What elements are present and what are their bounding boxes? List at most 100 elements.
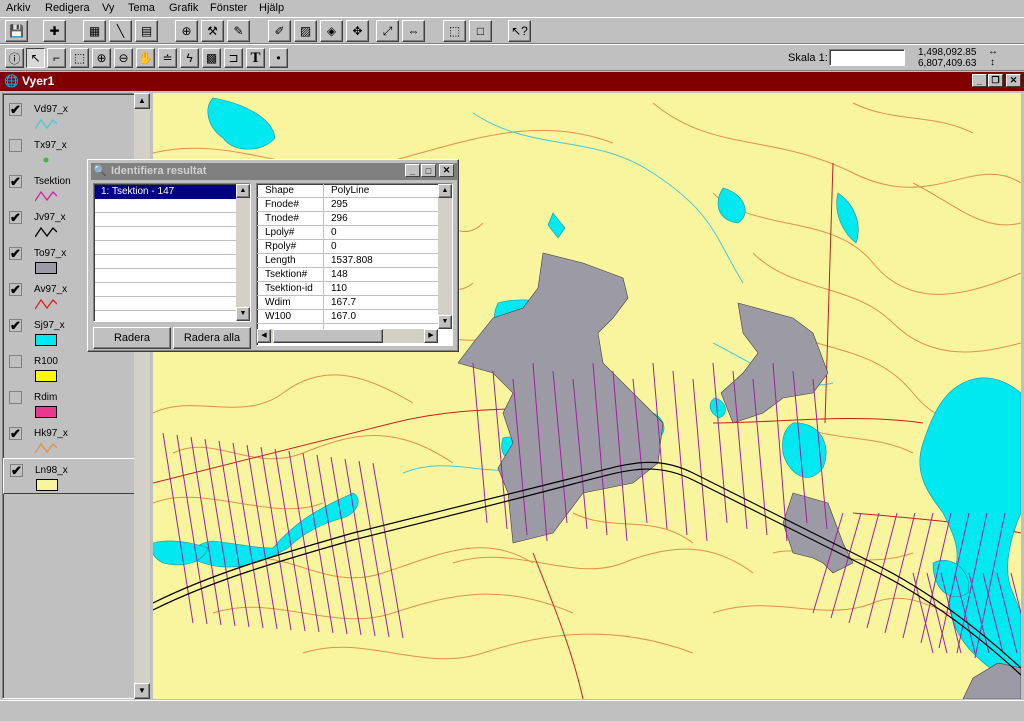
- zoom-full-icon[interactable]: ⤢: [376, 20, 399, 42]
- tsektion-line[interactable]: [672, 370, 688, 536]
- menu-fonster[interactable]: Fönster: [210, 2, 247, 14]
- clear-select-icon[interactable]: □: [469, 20, 492, 42]
- edit-icon[interactable]: ✐: [268, 20, 291, 42]
- draw-point-icon[interactable]: •: [269, 48, 288, 68]
- layer-checkbox[interactable]: ✔: [9, 175, 22, 188]
- attr-scroll-left-icon[interactable]: ◀: [257, 329, 271, 343]
- select-box-icon[interactable]: ⬚: [70, 48, 89, 68]
- layer-checkbox[interactable]: [9, 391, 22, 404]
- attr-vscrollbar[interactable]: ▲ ▼: [438, 184, 452, 329]
- text-icon[interactable]: T: [246, 48, 265, 68]
- tsektion-line[interactable]: [902, 512, 934, 639]
- attr-scroll-right-icon[interactable]: ▶: [424, 329, 438, 343]
- pan-icon[interactable]: ✋: [136, 48, 155, 68]
- toc-layer[interactable]: ✔ Ln98_x: [3, 458, 137, 494]
- layer-checkbox[interactable]: ✔: [9, 427, 22, 440]
- layout-icon[interactable]: ▨: [294, 20, 317, 42]
- toc-layer[interactable]: ✔ Hk97_x: [3, 422, 137, 458]
- results-list[interactable]: 1: Tsektion - 147 ▲ ▼: [93, 183, 251, 325]
- scale-input[interactable]: [829, 49, 905, 66]
- attr-scroll-down-icon[interactable]: ▼: [438, 315, 452, 329]
- menu-grafik[interactable]: Grafik: [169, 2, 198, 14]
- tsektion-line[interactable]: [884, 512, 916, 634]
- info-icon[interactable]: ⓘ: [5, 48, 24, 68]
- area-icon[interactable]: ▩: [202, 48, 221, 68]
- layer-name: R100: [34, 356, 58, 367]
- tsektion-line[interactable]: [204, 438, 236, 627]
- tsektion-line[interactable]: [692, 378, 708, 542]
- attr-scroll-thumb[interactable]: [273, 329, 383, 343]
- dialog-titlebar[interactable]: 🔍 Identifiera resultat _ □ ✕: [91, 163, 457, 180]
- vertex-icon[interactable]: ⌐: [47, 48, 66, 68]
- tsektion-line[interactable]: [274, 448, 306, 632]
- minimize-icon[interactable]: _: [972, 74, 987, 87]
- tsektion-line[interactable]: [232, 442, 264, 629]
- menu-hjalp[interactable]: Hjälp: [259, 2, 284, 14]
- restore-icon[interactable]: ❐: [988, 74, 1003, 87]
- tsektion-line[interactable]: [344, 458, 376, 637]
- tsektion-line[interactable]: [330, 456, 362, 636]
- tsektion-line[interactable]: [372, 462, 404, 639]
- select-all-icon[interactable]: ⬚: [443, 20, 466, 42]
- menu-arkiv[interactable]: Arkiv: [6, 2, 30, 14]
- results-scroll-up-icon[interactable]: ▲: [236, 184, 250, 198]
- tsektion-line[interactable]: [190, 436, 222, 626]
- zoom-out-icon[interactable]: ⊖: [114, 48, 133, 68]
- result-item[interactable]: 1: Tsektion - 147: [95, 185, 236, 199]
- help-icon[interactable]: ↖?: [508, 20, 531, 42]
- layer-checkbox[interactable]: ✔: [9, 319, 22, 332]
- chart-icon[interactable]: ▤: [135, 20, 158, 42]
- table-icon[interactable]: ▦: [83, 20, 106, 42]
- hammer-icon[interactable]: ⚒: [201, 20, 224, 42]
- attr-hscrollbar[interactable]: ◀ ▶: [257, 329, 438, 343]
- layer-checkbox[interactable]: ✔: [9, 283, 22, 296]
- results-scroll-down-icon[interactable]: ▼: [236, 307, 250, 321]
- tsektion-line[interactable]: [358, 460, 390, 638]
- delete-all-button[interactable]: Radera alla: [173, 327, 251, 349]
- toc-layer[interactable]: R100: [3, 350, 137, 386]
- label-icon[interactable]: ⊐: [224, 48, 243, 68]
- layer-checkbox[interactable]: ✔: [10, 464, 23, 477]
- dialog-close-icon[interactable]: ✕: [439, 164, 454, 177]
- layer-checkbox[interactable]: ✔: [9, 211, 22, 224]
- delete-button[interactable]: Radera: [93, 327, 171, 349]
- menu-redigera[interactable]: Redigera: [45, 2, 90, 14]
- tsektion-line[interactable]: [712, 362, 728, 524]
- zoom-in-icon[interactable]: ⊕: [92, 48, 111, 68]
- layer-checkbox[interactable]: ✔: [9, 103, 22, 116]
- attribute-table[interactable]: Shape PolyLine Fnode# 295 Tnode# 296 Lpoly# 0 Rp…: [256, 183, 453, 346]
- add-theme-icon[interactable]: ✚: [43, 20, 66, 42]
- menu-tema[interactable]: Tema: [128, 2, 155, 14]
- tsektion-line[interactable]: [162, 432, 194, 624]
- toc-layer[interactable]: ✔ Vd97_x: [3, 98, 137, 134]
- menu-vy[interactable]: Vy: [102, 2, 114, 14]
- measure-icon[interactable]: ≐: [158, 48, 177, 68]
- tsektion-line[interactable]: [316, 454, 348, 635]
- save-icon[interactable]: 💾: [5, 20, 28, 42]
- tsektion-line[interactable]: [176, 434, 208, 625]
- layer-checkbox[interactable]: [9, 139, 22, 152]
- binoculars-icon[interactable]: ⊕: [175, 20, 198, 42]
- tsektion-line[interactable]: [866, 512, 898, 629]
- tsektion-line[interactable]: [472, 362, 488, 524]
- link-icon[interactable]: ╲: [109, 20, 132, 42]
- theme-props-icon[interactable]: ◈: [320, 20, 343, 42]
- tsektion-line[interactable]: [246, 444, 278, 630]
- view-titlebar[interactable]: 🌐 Vyer1 _ ❐ ✕: [0, 72, 1024, 91]
- close-icon[interactable]: ✕: [1006, 74, 1021, 87]
- scroll-up-icon[interactable]: ▲: [134, 93, 150, 109]
- attr-scroll-up-icon[interactable]: ▲: [438, 184, 452, 198]
- query-icon[interactable]: ✥: [346, 20, 369, 42]
- dialog-maximize-icon[interactable]: □: [421, 164, 436, 177]
- results-scrollbar[interactable]: ▲ ▼: [236, 184, 250, 321]
- hotlink-icon[interactable]: ϟ: [180, 48, 199, 68]
- dialog-minimize-icon[interactable]: _: [405, 164, 420, 177]
- pencil-icon[interactable]: ✎: [227, 20, 250, 42]
- layer-checkbox[interactable]: [9, 355, 22, 368]
- zoom-active-icon[interactable]: ⇔: [402, 20, 425, 42]
- tsektion-line[interactable]: [218, 440, 250, 628]
- layer-checkbox[interactable]: ✔: [9, 247, 22, 260]
- pointer-icon[interactable]: ↖: [26, 48, 45, 68]
- scroll-down-icon[interactable]: ▼: [134, 683, 150, 699]
- toc-layer[interactable]: Rdim: [3, 386, 137, 422]
